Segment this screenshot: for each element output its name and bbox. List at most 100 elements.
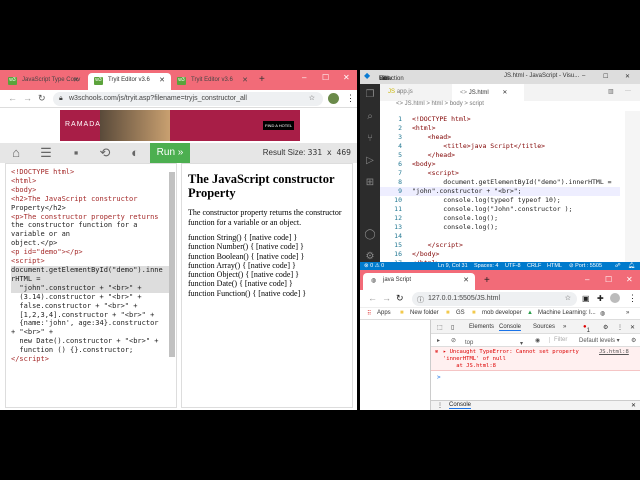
- run-button[interactable]: Run »: [150, 143, 190, 163]
- minimize-button[interactable]: –: [302, 73, 306, 82]
- code-line: 6 <body>: [380, 160, 620, 169]
- close-window-button[interactable]: ✕: [625, 73, 630, 80]
- save-icon[interactable]: ▪: [69, 146, 83, 160]
- bookmark-gs[interactable]: GS: [456, 310, 465, 316]
- forward-icon[interactable]: →: [382, 293, 391, 303]
- more-actions-icon[interactable]: ···: [625, 88, 631, 94]
- url-input[interactable]: ⓘ 127.0.0.1:5505/JS.html ☆: [412, 292, 577, 306]
- close-tab-icon[interactable]: ✕: [463, 276, 469, 284]
- clear-console-icon[interactable]: ⊘: [451, 337, 456, 344]
- home-icon[interactable]: ⌂: [9, 146, 23, 160]
- tab-tryit-editor-active[interactable]: w3 Tryit Editor v3.6 ✕: [88, 73, 171, 90]
- vscode-code-editor[interactable]: 1 <!DOCTYPE html> 2 <html> 3 <head> 4 <title>…: [380, 111, 625, 267]
- error-count-badge[interactable]: ● 1: [583, 324, 590, 334]
- language-mode[interactable]: HTML: [547, 262, 562, 270]
- bookmarks-bar: ⠿ Apps ■ New folder ■ GS ■ mob developer ▲ M…: [360, 308, 640, 320]
- globe-icon[interactable]: ◍: [600, 310, 605, 317]
- close-window-button[interactable]: ✕: [343, 73, 350, 82]
- rotate-icon[interactable]: ⟲: [98, 146, 112, 160]
- menu-item[interactable]: ···: [379, 76, 385, 82]
- tab-sources[interactable]: Sources: [533, 324, 555, 330]
- more-icon[interactable]: ⋮: [617, 324, 623, 331]
- split-editor-icon[interactable]: ▥: [608, 88, 614, 95]
- tab-app-js[interactable]: JS app.js: [380, 84, 452, 101]
- device-toolbar-icon[interactable]: ▯: [451, 324, 454, 331]
- close-drawer-icon[interactable]: ✕: [631, 402, 636, 409]
- tab-console[interactable]: Console: [499, 324, 522, 331]
- new-tab-button[interactable]: +: [259, 74, 265, 85]
- problems-indicator[interactable]: ⊗ 0 ⚠ 0: [364, 262, 384, 270]
- close-tab-icon[interactable]: ✕: [73, 76, 79, 84]
- explorer-icon[interactable]: ❐: [360, 84, 380, 106]
- tab-javascript-type-conversion[interactable]: w3 JavaScript Type Conv ✕: [2, 73, 85, 90]
- cursor-position[interactable]: Ln 9, Col 31: [438, 262, 468, 270]
- log-levels-select[interactable]: Default levels ▾: [579, 337, 620, 344]
- menu-icon[interactable]: ☰: [39, 146, 53, 160]
- drawer-menu-icon[interactable]: ⋮: [437, 402, 443, 409]
- feedback-icon[interactable]: ☍: [615, 262, 621, 270]
- maximize-button[interactable]: ☐: [322, 73, 329, 82]
- close-tab-icon[interactable]: ✕: [502, 90, 507, 96]
- error-source-link[interactable]: JS.html:8: [599, 349, 629, 355]
- reload-icon[interactable]: ↻: [396, 293, 404, 304]
- filter-input[interactable]: Filter: [549, 337, 567, 343]
- menu-icon[interactable]: ⋮: [628, 293, 637, 304]
- extensions-icon[interactable]: ⊞: [360, 172, 380, 194]
- source-control-icon[interactable]: ⑂: [360, 128, 380, 150]
- breadcrumbs[interactable]: <> JS.html > html > body > script: [396, 101, 484, 107]
- new-tab-button[interactable]: +: [484, 275, 490, 286]
- run-debug-icon[interactable]: ▷: [360, 150, 380, 172]
- bookmark-mob-developer[interactable]: mob developer: [482, 310, 522, 316]
- close-devtools-icon[interactable]: ✕: [630, 324, 635, 331]
- tab-js-html[interactable]: <> JS.html ✕: [452, 84, 524, 101]
- console-prompt[interactable]: >: [431, 371, 640, 384]
- editor-scrollbar[interactable]: [169, 172, 175, 357]
- code-editor[interactable]: <!DOCTYPE html> <html> <body> <h2>The JavaS…: [5, 163, 177, 408]
- notifications-icon[interactable]: 🔔︎: [628, 262, 635, 270]
- extension-icon[interactable]: ▣: [582, 294, 590, 303]
- tab-elements[interactable]: Elements: [469, 324, 494, 330]
- sidebar-toggle-icon[interactable]: ▸: [437, 337, 440, 344]
- error-stack-link[interactable]: at JS.html:8: [443, 363, 496, 369]
- search-icon[interactable]: ⌕: [360, 106, 380, 128]
- more-bookmarks-icon[interactable]: »: [626, 310, 629, 316]
- eol[interactable]: CRLF: [527, 262, 541, 270]
- close-tab-icon[interactable]: ✕: [242, 76, 248, 84]
- url-input[interactable]: 🔒︎ w3schools.com/js/tryit.asp?filename=tr…: [53, 92, 323, 106]
- maximize-button[interactable]: ☐: [603, 73, 608, 80]
- reload-icon[interactable]: ↻: [38, 93, 46, 104]
- indentation[interactable]: Spaces: 4: [474, 262, 498, 270]
- forward-icon[interactable]: →: [23, 93, 32, 103]
- settings-gear-icon[interactable]: ⚙: [603, 324, 608, 331]
- encoding[interactable]: UTF-8: [505, 262, 521, 270]
- eye-icon[interactable]: ◉: [535, 337, 540, 344]
- bookmark-machine-learning[interactable]: Machine Learning: I...: [538, 310, 596, 316]
- star-icon[interactable]: ☆: [565, 294, 571, 302]
- error-text[interactable]: ▸ Uncaught TypeError: Cannot set propert…: [443, 349, 579, 355]
- bookmark-apps[interactable]: Apps: [377, 310, 391, 316]
- drawer-tab-console[interactable]: Console: [449, 402, 472, 409]
- menu-icon[interactable]: ⋮: [346, 93, 355, 104]
- inspect-element-icon[interactable]: ⬚: [437, 324, 443, 331]
- tab-tryit-editor[interactable]: w3 Tryit Editor v3.6 ✕: [171, 73, 254, 90]
- bookmark-new-folder[interactable]: New folder: [410, 310, 439, 316]
- profile-avatar[interactable]: [610, 293, 620, 303]
- profile-avatar[interactable]: [328, 93, 339, 104]
- back-icon[interactable]: ←: [368, 293, 377, 303]
- tab-java-script[interactable]: ◍ java Script ✕: [363, 273, 475, 290]
- theme-contrast-icon[interactable]: ◐: [128, 146, 142, 160]
- close-window-button[interactable]: ✕: [626, 275, 633, 284]
- account-icon[interactable]: ◯: [360, 224, 380, 246]
- ramada-advertisement[interactable]: RAMADA FIND A HOTEL: [60, 110, 300, 141]
- close-tab-icon[interactable]: ✕: [159, 76, 165, 84]
- minimize-button[interactable]: –: [585, 275, 589, 284]
- extensions-puzzle-icon[interactable]: ✚: [597, 294, 604, 303]
- console-settings-icon[interactable]: ⚙: [631, 337, 636, 344]
- live-server-port[interactable]: ⊘ Port : 5505: [569, 262, 602, 270]
- more-tabs[interactable]: »: [563, 324, 566, 330]
- maximize-button[interactable]: ☐: [605, 275, 612, 284]
- back-icon[interactable]: ←: [8, 93, 17, 103]
- star-icon[interactable]: ☆: [309, 94, 315, 102]
- minimize-button[interactable]: –: [582, 73, 585, 79]
- minimap[interactable]: [625, 111, 640, 262]
